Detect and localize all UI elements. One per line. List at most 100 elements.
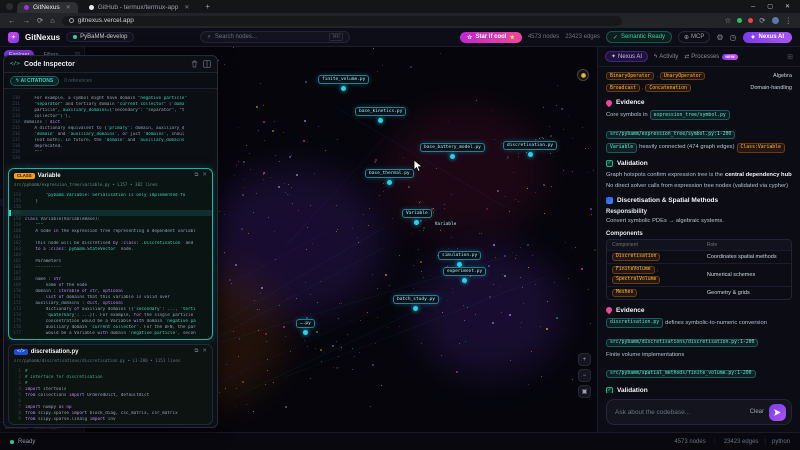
file-path-chip[interactable]: src/pybamm/discretisations/discretisatio… — [606, 338, 759, 347]
graph-node-marker[interactable] — [527, 152, 533, 157]
component-chip[interactable]: Concatenation — [645, 84, 691, 92]
mcp-button[interactable]: ⊕ MCP — [677, 31, 711, 43]
component-chip[interactable]: UnaryOperator — [659, 72, 706, 80]
swap-icon: ⇄ — [684, 54, 690, 60]
graph-label-Variable[interactable]: Variable Variable — [402, 209, 456, 227]
layout-columns-icon[interactable] — [203, 60, 211, 68]
tab-close-icon[interactable]: ✕ — [66, 4, 71, 11]
copy-icon[interactable]: ⧉ — [194, 172, 198, 179]
settings-gear-icon[interactable]: ⚙ — [716, 33, 723, 42]
graph-label-discretisation.py[interactable]: discretisation.py — [503, 141, 558, 157]
send-icon — [774, 408, 781, 416]
close-icon[interactable]: ✕ — [202, 348, 207, 355]
window-minimize-button[interactable]: ─ — [751, 4, 755, 10]
graph-node-marker[interactable] — [386, 180, 392, 185]
browser-tab-gitnexus[interactable]: GitNexus ✕ — [17, 2, 78, 13]
file-code-view[interactable]: 1 #2 # Interface for discretisation 3 #4 impo… — [9, 365, 212, 424]
ai-citations-tab[interactable]: ϟ AI CITATIONS — [10, 75, 60, 86]
component-role: Geometry & grids — [706, 289, 750, 296]
class-chip[interactable]: Class:Variable — [736, 142, 785, 153]
history-clock-icon[interactable]: ◷ — [730, 33, 737, 42]
site-info-icon[interactable] — [68, 18, 74, 23]
graph-label-base_thermal.py[interactable]: base_thermal.py — [365, 169, 414, 185]
browser-profile-icon[interactable] — [6, 3, 13, 10]
extension-icon-red[interactable] — [748, 18, 754, 23]
graph-node-marker[interactable] — [378, 118, 384, 123]
tab-activity[interactable]: ϟ Activity — [654, 54, 678, 60]
reload-button[interactable]: ⟳ — [37, 17, 43, 25]
component-chip[interactable]: Broadcast — [606, 84, 640, 92]
close-icon[interactable]: ✕ — [202, 172, 207, 179]
extensions-icon[interactable]: ⟳ — [759, 17, 765, 25]
zoom-in-button[interactable]: + — [578, 353, 591, 366]
component-chip[interactable]: Discretisation — [612, 252, 661, 261]
component-chip[interactable]: Meshes — [612, 288, 638, 297]
variable-code-view[interactable]: 154 "pybamm.Variable: Serialisation is o… — [9, 189, 212, 339]
component-chip[interactable]: SpectralVolume — [612, 275, 661, 284]
graph-node-marker[interactable] — [462, 278, 468, 283]
ai-answer-scroll[interactable]: BinaryOperator, UnaryOperator Algebra Broad… — [598, 67, 800, 393]
graph-label-base_kinetics.py[interactable]: base_kinetics.py — [355, 107, 407, 123]
tab-nexus-ai[interactable]: ✦ Nexus AI — [605, 51, 649, 62]
component-chip[interactable]: FiniteVolume — [612, 265, 655, 274]
graph-label-base_battery_model.py[interactable]: base_battery_model.py — [420, 143, 485, 159]
fit-view-button[interactable]: ▣ — [578, 385, 591, 398]
graph-node-marker[interactable] — [449, 154, 455, 159]
file-path-chip[interactable]: src/pybamm/expression_tree/symbol.py:1-2… — [606, 130, 736, 139]
browser-tab-github[interactable]: GitHub - termux/termux-app ✕ — [82, 2, 197, 13]
browser-avatar[interactable] — [771, 17, 779, 24]
component-row: Discretisation Coordinates spatial method… — [607, 249, 791, 263]
pin-icon — [604, 98, 614, 107]
graph-node-dot — [262, 179, 264, 180]
graph-node-dot — [381, 384, 382, 386]
citation-card-discretisation[interactable]: </> discretisation.py ⧉ ✕ src/pybamm/dis… — [8, 344, 213, 425]
graph-label-finite_volume.py[interactable]: finite_volume.py — [318, 75, 370, 91]
chat-clear-button[interactable]: Clear — [750, 409, 764, 415]
code-chip[interactable]: Variable — [606, 142, 638, 153]
graph-node-marker[interactable] — [302, 330, 308, 335]
graph-label-.py[interactable]: ….py — [296, 319, 315, 335]
graph-label-simulation.py[interactable]: simulation.py — [438, 251, 482, 267]
component-row: FiniteVolume, SpectralVolume Numerical sch… — [607, 262, 791, 286]
nexus-label: Nexus AI — [758, 34, 784, 40]
file-path-chip[interactable]: src/pybamm/spatial_methods/finite_volume… — [606, 369, 756, 378]
address-bar[interactable]: gitnexus.vercel.app — [61, 15, 622, 26]
browser-tabstrip: GitNexus ✕ GitHub - termux/termux-app ✕ … — [0, 0, 800, 13]
trash-icon[interactable] — [191, 60, 198, 68]
extension-icon-green[interactable] — [737, 18, 743, 23]
star-repo-button[interactable]: ☆ Star if cool ★ — [460, 31, 522, 43]
panel-expand-icon[interactable]: ⊞ — [787, 53, 793, 61]
new-tab-button[interactable]: + — [200, 2, 215, 11]
graph-node-marker[interactable] — [414, 220, 420, 225]
graph-node-marker[interactable] — [413, 306, 419, 311]
tab-processes[interactable]: ⇄ Processes NEW — [684, 53, 738, 60]
bookmark-star-icon[interactable]: ☆ — [724, 17, 731, 25]
code-chip[interactable]: discretisation.py — [606, 317, 664, 329]
graph-label-batch_study.py[interactable]: batch_study.py — [393, 295, 439, 311]
citation-card-variable[interactable]: CLASS Variable ⧉ ✕ src/pybamm/expression… — [8, 168, 213, 340]
repo-selector[interactable]: PyBaMM-develop — [66, 32, 135, 42]
graph-node-dot — [336, 228, 338, 230]
graph-node-dot — [232, 47, 234, 49]
zoom-out-button[interactable]: − — [578, 369, 591, 382]
component-chip[interactable]: BinaryOperator — [606, 72, 655, 80]
back-button[interactable]: ← — [8, 17, 16, 25]
home-button[interactable]: ⌂ — [50, 17, 55, 25]
window-close-button[interactable]: ✕ — [785, 3, 790, 10]
browser-menu-icon[interactable]: ⋮ — [785, 17, 793, 25]
graph-label-experiment.py[interactable]: experiment.py — [443, 267, 487, 283]
ai-chat-input[interactable]: Ask about the codebase... Clear — [606, 399, 792, 425]
code-chip[interactable]: expression_tree/symbol.py — [649, 110, 730, 121]
lightbulb-button[interactable] — [577, 69, 589, 81]
window-maximize-button[interactable]: ▢ — [767, 3, 773, 10]
chat-send-button[interactable] — [769, 403, 786, 421]
forward-button[interactable]: → — [23, 17, 31, 25]
copy-icon[interactable]: ⧉ — [194, 348, 198, 355]
docstring-code-view[interactable]: 210 For example, a symbol might have dom… — [8, 92, 213, 164]
tab-close-icon[interactable]: ✕ — [184, 4, 189, 11]
nexus-ai-button[interactable]: ✦ Nexus AI — [742, 31, 792, 43]
graph-node-dot — [488, 295, 491, 298]
node-search-input[interactable]: ⌕ Search nodes... ⌘K — [200, 31, 351, 43]
graph-node-marker[interactable] — [341, 86, 347, 91]
graph-node-dot — [452, 287, 453, 289]
